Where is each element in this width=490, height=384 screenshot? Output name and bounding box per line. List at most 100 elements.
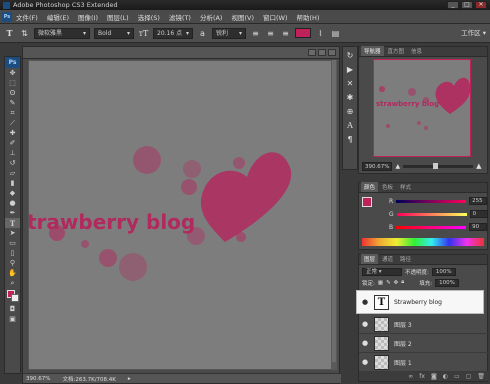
trash-icon[interactable]: 🗑︎	[477, 373, 485, 380]
zoom-readout[interactable]: 390.67%	[26, 376, 50, 382]
red-value-input[interactable]: 255	[469, 197, 488, 205]
blur-tool-icon[interactable]: ◆	[5, 188, 20, 198]
pen-tool-icon[interactable]: ✒	[5, 208, 20, 218]
tab-paths[interactable]: 路径	[397, 254, 414, 264]
move-tool-icon[interactable]: ✥	[5, 68, 20, 78]
notes-tool-icon[interactable]: ▯	[5, 248, 20, 258]
stamp-tool-icon[interactable]: ⊥	[5, 148, 20, 158]
fill-input[interactable]: 100%	[435, 278, 459, 287]
menu-analysis[interactable]: 分析(A)	[200, 12, 223, 22]
zoom-in-icon[interactable]: ▲	[476, 162, 481, 170]
marquee-tool-icon[interactable]: ⬚	[5, 78, 20, 88]
layer-row[interactable]: ● 图层 2	[359, 334, 489, 353]
folder-icon[interactable]: ▭	[454, 373, 460, 380]
slice-tool-icon[interactable]: ⟋	[5, 118, 20, 128]
fx-icon[interactable]: fx	[419, 373, 425, 380]
opacity-input[interactable]: 100%	[431, 267, 456, 276]
hand-tool-icon[interactable]: ✋	[5, 268, 20, 278]
tab-info[interactable]: 信息	[408, 46, 425, 56]
history-brush-tool-icon[interactable]: ↺	[5, 158, 20, 168]
antialias-select[interactable]: 锐利 ▾	[212, 27, 246, 39]
tab-layers[interactable]: 图层	[361, 254, 379, 264]
lock-all-icon[interactable]: 🔒︎	[401, 279, 404, 286]
healing-tool-icon[interactable]: ✚	[5, 128, 20, 138]
lock-pixels-icon[interactable]: ✎	[386, 280, 391, 286]
navigator-zoom-slider[interactable]	[403, 162, 474, 169]
blend-mode-select[interactable]: 正常 ▾	[362, 267, 402, 276]
orientation-toggle-icon[interactable]: ⇅	[19, 28, 30, 39]
gradient-tool-icon[interactable]: ▮	[5, 178, 20, 188]
dodge-tool-icon[interactable]: ●	[5, 198, 20, 208]
brushes-icon[interactable]: ✱	[344, 92, 356, 103]
clone-source-icon[interactable]: ⊕	[344, 106, 356, 117]
navigator-zoom-value[interactable]: 390.67%	[362, 161, 393, 171]
color-swatches[interactable]	[5, 288, 20, 304]
menu-select[interactable]: 选择(S)	[138, 12, 160, 22]
tab-color[interactable]: 颜色	[361, 182, 379, 192]
close-button[interactable]: ✕	[475, 1, 487, 9]
doc-minimize-button[interactable]	[308, 49, 316, 56]
character-panel-icon[interactable]: ▤	[330, 28, 341, 39]
paragraph-icon[interactable]: ¶	[344, 134, 356, 145]
quick-select-tool-icon[interactable]: ✎	[5, 98, 20, 108]
align-left-icon[interactable]: ≡	[250, 28, 261, 39]
menu-layer[interactable]: 图层(L)	[107, 12, 129, 22]
tool-presets-icon[interactable]: ✕	[344, 78, 356, 89]
blue-slider[interactable]	[396, 225, 467, 229]
character-icon[interactable]: A	[344, 120, 356, 131]
crop-tool-icon[interactable]: ⌗	[5, 108, 20, 118]
brush-tool-icon[interactable]: ✐	[5, 138, 20, 148]
menu-filter[interactable]: 滤镜(T)	[169, 12, 191, 22]
tab-histogram[interactable]: 直方图	[385, 46, 408, 56]
menu-file[interactable]: 文件(F)	[16, 12, 38, 22]
doc-maximize-button[interactable]	[318, 49, 326, 56]
tab-styles[interactable]: 样式	[397, 182, 414, 192]
vertical-scrollbar[interactable]	[331, 60, 337, 370]
align-center-icon[interactable]: ≡	[265, 28, 276, 39]
color-spectrum-bar[interactable]	[362, 238, 484, 246]
panel-fg-bg-swatch[interactable]	[362, 197, 376, 211]
shape-tool-icon[interactable]: ▭	[5, 238, 20, 248]
text-color-swatch[interactable]	[295, 28, 311, 38]
workspace-button[interactable]: 工作区 ▾	[461, 27, 486, 37]
font-size-select[interactable]: 20.16 点 ▾	[153, 27, 193, 39]
zoom-out-icon[interactable]: ▲	[395, 163, 400, 170]
red-slider[interactable]	[396, 199, 467, 203]
eraser-tool-icon[interactable]: ▱	[5, 168, 20, 178]
layer-row[interactable]: ● 图层 3	[359, 315, 489, 334]
warp-text-icon[interactable]: ⌇	[315, 28, 326, 39]
eye-icon[interactable]: ●	[359, 339, 371, 347]
new-layer-icon[interactable]: ▢	[466, 373, 472, 380]
canvas[interactable]: trawberry blog	[28, 60, 332, 370]
adjustment-icon[interactable]: ◐	[443, 373, 448, 380]
align-right-icon[interactable]: ≡	[280, 28, 291, 39]
menu-help[interactable]: 帮助(H)	[297, 12, 320, 22]
zoom-tool-icon[interactable]: ⌕	[5, 278, 20, 288]
font-style-select[interactable]: Bold ▾	[94, 27, 134, 39]
navigator-preview[interactable]: strawberry blog	[373, 59, 471, 157]
blue-value-input[interactable]: 90	[469, 223, 488, 231]
eye-icon[interactable]: ●	[359, 320, 371, 328]
font-family-select[interactable]: 微软雅黑 ▾	[34, 27, 90, 39]
eye-icon[interactable]: ●	[359, 358, 371, 366]
tab-swatches[interactable]: 色板	[379, 182, 396, 192]
mask-icon[interactable]: ◙	[431, 373, 437, 380]
menu-image[interactable]: 图像(I)	[78, 12, 98, 22]
type-tool-icon[interactable]: T	[4, 28, 15, 39]
green-slider[interactable]	[396, 212, 467, 216]
layer-row-text[interactable]: ● T Strawberry blog	[357, 291, 483, 313]
tab-navigator[interactable]: 导航器	[361, 46, 384, 56]
lock-transparency-icon[interactable]: ▦	[378, 280, 383, 286]
quick-mask-icon[interactable]: ◘	[5, 304, 20, 314]
history-icon[interactable]: ↻	[344, 50, 356, 61]
link-icon[interactable]: ∞	[408, 373, 413, 380]
minimize-button[interactable]: _	[447, 1, 459, 9]
menu-view[interactable]: 视图(V)	[231, 12, 254, 22]
green-value-input[interactable]: 0	[469, 210, 488, 218]
menu-window[interactable]: 窗口(W)	[263, 12, 288, 22]
lasso-tool-icon[interactable]: ʘ	[5, 88, 20, 98]
screen-mode-icon[interactable]: ▣	[5, 314, 20, 324]
type-tool-icon[interactable]: T	[5, 218, 20, 228]
menu-edit[interactable]: 编辑(E)	[47, 12, 69, 22]
background-color[interactable]	[11, 294, 19, 302]
